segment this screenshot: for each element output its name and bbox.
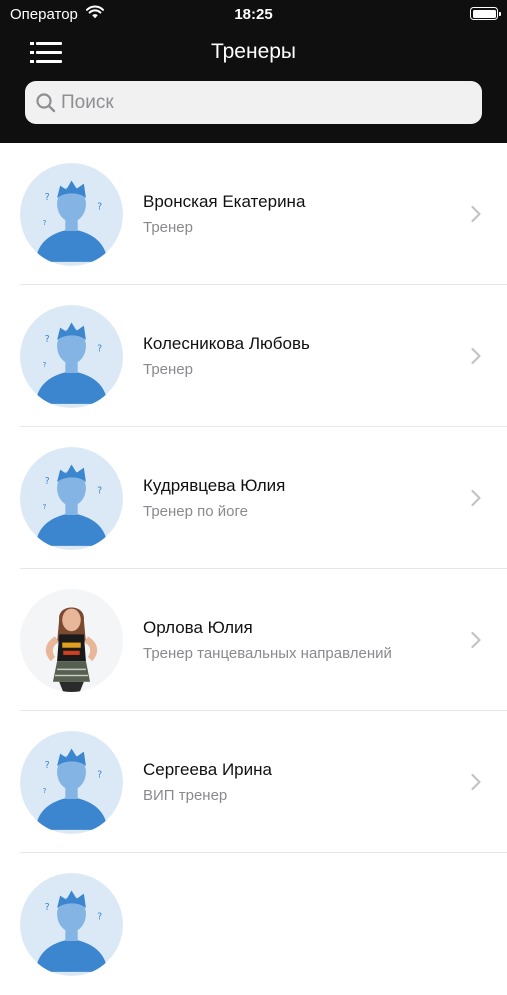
trainer-role: Тренер по йоге bbox=[143, 503, 248, 520]
chevron-right-icon bbox=[470, 631, 482, 654]
svg-text:?: ? bbox=[43, 218, 47, 227]
svg-text:?: ? bbox=[45, 760, 50, 771]
search-bar[interactable] bbox=[25, 81, 482, 124]
svg-text:?: ? bbox=[97, 769, 102, 780]
trainer-name: Сергеева Ирина bbox=[143, 760, 272, 779]
avatar-placeholder: ? ? ? bbox=[20, 305, 123, 408]
trainer-role: Тренер танцевальных направлений bbox=[143, 645, 392, 662]
chevron-right-icon bbox=[470, 489, 482, 512]
svg-text:?: ? bbox=[45, 334, 50, 345]
svg-text:?: ? bbox=[43, 502, 47, 511]
trainer-row[interactable]: ? ? ? Вронская Екатерина Тренер bbox=[0, 143, 507, 285]
chevron-right-icon bbox=[470, 347, 482, 370]
svg-text:?: ? bbox=[97, 201, 102, 212]
svg-text:?: ? bbox=[97, 485, 102, 496]
trainer-row[interactable]: ? ? bbox=[0, 853, 507, 995]
trainer-row[interactable]: Орлова Юлия Тренер танцевальных направле… bbox=[0, 569, 507, 711]
search-icon bbox=[35, 92, 57, 119]
svg-text:?: ? bbox=[97, 911, 102, 922]
trainer-row[interactable]: ? ? ? Колесникова Любовь Тренер bbox=[0, 285, 507, 427]
svg-text:?: ? bbox=[45, 476, 50, 487]
trainer-role: Тренер bbox=[143, 219, 193, 236]
svg-text:?: ? bbox=[45, 902, 50, 913]
trainer-row[interactable]: ? ? ? Сергеева Ирина ВИП тренер bbox=[0, 711, 507, 853]
chevron-right-icon bbox=[470, 773, 482, 796]
trainer-name: Кудрявцева Юлия bbox=[143, 476, 286, 495]
svg-text:?: ? bbox=[97, 343, 102, 354]
battery-icon bbox=[470, 7, 501, 20]
trainer-name: Колесникова Любовь bbox=[143, 334, 310, 353]
trainer-name: Вронская Екатерина bbox=[143, 192, 306, 211]
page-title: Тренеры bbox=[210, 40, 297, 63]
status-bar: Оператор 18:25 bbox=[0, 0, 507, 30]
avatar-placeholder: ? ? bbox=[20, 873, 123, 976]
trainer-list: ? ? ? Вронская Екатерина Тренер ? ? ? Ко… bbox=[0, 143, 507, 995]
svg-text:?: ? bbox=[43, 786, 47, 795]
avatar-placeholder: ? ? ? bbox=[20, 731, 123, 834]
avatar-placeholder: ? ? ? bbox=[20, 447, 123, 550]
trainer-role: ВИП тренер bbox=[143, 787, 228, 804]
clock: 18:25 bbox=[234, 6, 273, 23]
trainer-row[interactable]: ? ? ? Кудрявцева Юлия Тренер по йоге bbox=[0, 427, 507, 569]
svg-text:?: ? bbox=[43, 360, 47, 369]
top-bar: Оператор 18:25 Тренеры bbox=[0, 0, 507, 143]
trainer-role: Тренер bbox=[143, 361, 193, 378]
chevron-right-icon bbox=[470, 205, 482, 228]
search-input[interactable] bbox=[61, 81, 471, 124]
avatar-photo bbox=[20, 589, 123, 692]
svg-text:?: ? bbox=[45, 192, 50, 203]
avatar-placeholder: ? ? ? bbox=[20, 163, 123, 266]
trainer-name: Орлова Юлия bbox=[143, 618, 253, 637]
